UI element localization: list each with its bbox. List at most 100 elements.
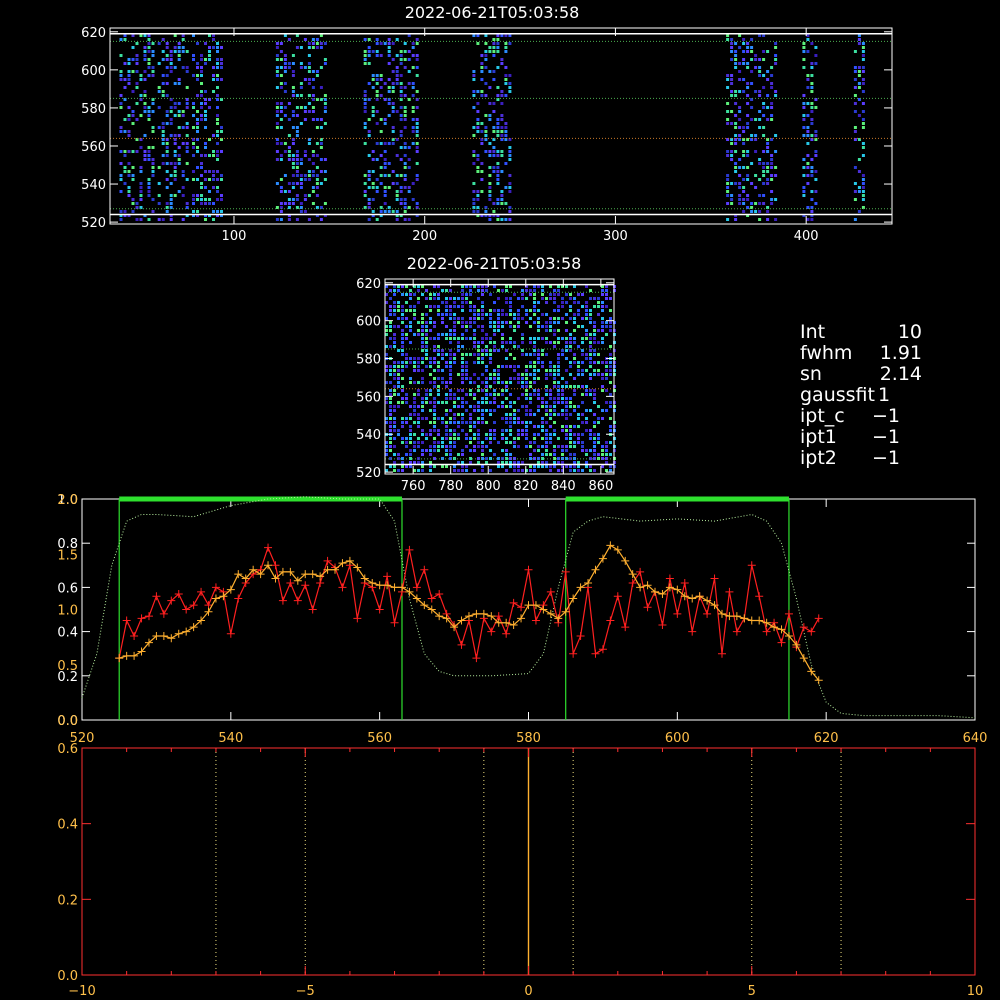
pixel	[151, 198, 155, 201]
pixel	[545, 461, 548, 464]
pixel	[589, 465, 592, 468]
pixel	[489, 309, 492, 312]
pixel	[508, 186, 512, 189]
pixel	[521, 353, 524, 356]
pixel	[545, 341, 548, 344]
pixel	[173, 142, 177, 145]
pixel	[185, 66, 189, 69]
pixel	[742, 166, 746, 169]
pixel	[577, 441, 580, 444]
pixel	[525, 385, 528, 388]
pixel	[509, 433, 512, 436]
pixel	[593, 449, 596, 452]
pixel	[549, 433, 552, 436]
pixel	[220, 198, 223, 201]
pixel	[173, 166, 177, 169]
pixel	[814, 62, 818, 65]
pixel	[204, 126, 207, 129]
pixel	[573, 361, 576, 364]
pixel	[421, 333, 424, 336]
pixel	[577, 373, 580, 376]
pixel	[557, 321, 560, 324]
pixel	[553, 369, 556, 372]
pixel	[177, 126, 181, 129]
pixel	[489, 353, 492, 356]
pixel	[476, 170, 480, 173]
pixel	[375, 38, 379, 41]
pixel	[496, 42, 500, 45]
pixel	[307, 170, 311, 173]
pixel	[569, 305, 572, 308]
pixel	[501, 309, 504, 312]
pixel	[169, 174, 173, 177]
pixel	[449, 317, 452, 320]
pixel	[484, 82, 488, 85]
pixel	[279, 86, 283, 89]
pixel	[397, 469, 400, 472]
pixel	[493, 433, 496, 436]
pixel	[585, 449, 588, 452]
pixel	[605, 293, 608, 296]
pixel	[216, 50, 219, 53]
pixel	[295, 166, 299, 169]
pixel	[200, 82, 203, 85]
pixel	[585, 461, 588, 464]
pixel	[810, 170, 814, 173]
pixel	[480, 78, 484, 81]
pixel	[545, 337, 548, 340]
pixel	[521, 337, 524, 340]
pixel	[119, 74, 123, 77]
pixel	[609, 365, 612, 368]
pixel	[391, 110, 395, 113]
pixel	[484, 50, 488, 53]
pixel	[802, 186, 806, 189]
pixel	[409, 329, 412, 332]
pixel	[389, 421, 392, 424]
pixel	[493, 285, 496, 288]
pixel	[537, 465, 540, 468]
pixel	[525, 393, 528, 396]
pixel	[853, 218, 857, 221]
pixel	[533, 413, 536, 416]
pixel	[726, 194, 730, 197]
pixel	[371, 158, 375, 161]
pixel	[496, 86, 500, 89]
pixel	[589, 341, 592, 344]
pixel	[307, 54, 311, 57]
pixel	[409, 437, 412, 440]
pixel	[593, 337, 596, 340]
pixel	[401, 385, 404, 388]
pixel	[453, 433, 456, 436]
pixel	[573, 357, 576, 360]
pixel	[375, 78, 379, 81]
pixel	[291, 70, 295, 73]
red-point	[814, 614, 823, 623]
pixel	[307, 174, 311, 177]
pixel	[480, 170, 484, 173]
pixel	[389, 409, 392, 412]
pixel	[465, 353, 468, 356]
pixel	[484, 54, 488, 57]
pixel	[303, 66, 307, 69]
pixel	[169, 218, 173, 221]
pixel	[323, 94, 327, 97]
pixel	[465, 393, 468, 396]
pixel	[165, 162, 169, 165]
pixel	[437, 353, 440, 356]
pixel	[453, 421, 456, 424]
pixel	[605, 325, 608, 328]
pixel	[573, 285, 576, 288]
pixel	[525, 421, 528, 424]
pixel	[770, 86, 774, 89]
pixel	[461, 345, 464, 348]
pixel	[469, 413, 472, 416]
pixel	[139, 186, 143, 189]
pixel	[477, 401, 480, 404]
pixel	[143, 106, 147, 109]
pixel	[421, 429, 424, 432]
pixel	[810, 122, 814, 125]
pixel	[497, 313, 500, 316]
pixel	[399, 106, 403, 109]
pixel	[421, 409, 424, 412]
pixel	[605, 373, 608, 376]
